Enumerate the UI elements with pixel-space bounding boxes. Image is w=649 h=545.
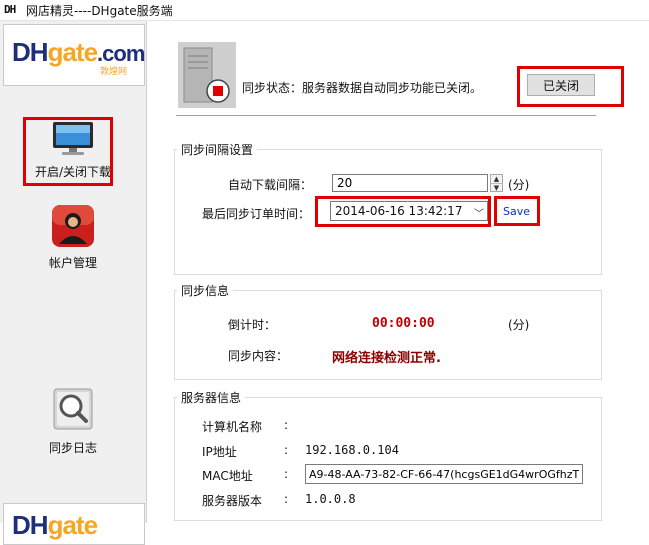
mac-label: MAC地址: [202, 469, 253, 483]
highlight-toggle-button: [517, 66, 624, 107]
colon: :: [284, 443, 289, 457]
countdown-label: 倒计时：: [228, 318, 277, 332]
app-icon: DH: [4, 3, 16, 16]
countdown-unit: (分): [508, 318, 530, 332]
interval-stepper[interactable]: ▲ ▼: [490, 174, 503, 192]
dhgate-logo-bottom: DHgate: [3, 503, 145, 545]
highlight-save: [494, 196, 540, 226]
dhgate-logo: DHgate.com 敦煌网: [3, 24, 145, 86]
computer-name-label: 计算机名称: [202, 420, 263, 434]
server-info-legend: 服务器信息: [181, 391, 242, 405]
stepper-down-icon[interactable]: ▼: [491, 184, 502, 192]
colon: :: [284, 418, 289, 432]
sync-status-text: 同步状态：服务器数据自动同步功能已关闭。: [242, 81, 483, 95]
ip-value: 192.168.0.104: [305, 443, 399, 457]
sidebar-item-account[interactable]: 帐户管理: [0, 204, 146, 271]
sync-content-value: 网络连接检测正常.: [332, 351, 441, 366]
auto-interval-label: 自动下载间隔：: [228, 178, 313, 192]
window-title: 网店精灵----DHgate服务端: [26, 4, 173, 18]
colon: :: [284, 467, 289, 481]
server-version-label: 服务器版本: [202, 494, 263, 508]
interval-unit: (分): [508, 178, 530, 192]
user-icon: [52, 205, 94, 247]
countdown-value: 00:00:00: [372, 316, 435, 331]
sync-interval-legend: 同步间隔设置: [181, 143, 254, 157]
sync-info-legend: 同步信息: [181, 284, 230, 298]
last-sync-label: 最后同步订单时间：: [202, 207, 311, 221]
sidebar: DHgate.com 敦煌网 开启/关闭下载 帐户管理 同步日志 DHgate: [0, 21, 147, 545]
mac-address-field[interactable]: [305, 464, 583, 484]
sidebar-item-label: 帐户管理: [48, 256, 97, 270]
title-bar: DH 网店精灵----DHgate服务端: [0, 0, 649, 21]
colon: :: [284, 492, 289, 506]
sidebar-item-sync-log[interactable]: 同步日志: [0, 387, 146, 456]
stepper-up-icon[interactable]: ▲: [491, 175, 502, 183]
server-stopped-icon: [178, 42, 236, 108]
logo-subtitle: 敦煌网: [100, 67, 128, 77]
highlight-toggle-download: [23, 117, 113, 186]
auto-interval-input[interactable]: [332, 174, 488, 192]
sidebar-item-label: 同步日志: [48, 441, 97, 455]
highlight-last-sync: [315, 196, 491, 227]
sync-content-label: 同步内容：: [228, 349, 289, 363]
divider: [176, 115, 596, 116]
magnifier-icon: [53, 388, 93, 430]
ip-label: IP地址: [202, 445, 237, 459]
server-version-value: 1.0.0.8: [305, 492, 356, 506]
